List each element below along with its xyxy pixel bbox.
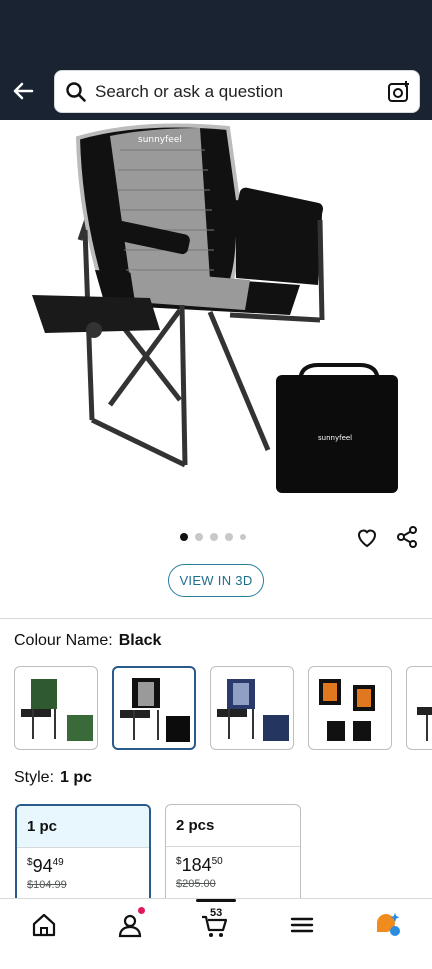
style-option-name: 2 pcs (166, 805, 300, 847)
carousel-dot[interactable] (180, 533, 188, 541)
camera-lens-icon[interactable] (387, 80, 411, 104)
menu-icon[interactable] (288, 911, 316, 939)
carousel-dot[interactable] (225, 533, 233, 541)
active-tab-indicator (196, 899, 236, 902)
swatch-orange[interactable] (308, 666, 392, 750)
style-value: 1 pc (60, 769, 93, 786)
back-arrow-icon[interactable] (8, 76, 38, 106)
style-option-price: $18450 (176, 855, 223, 875)
colour-name-row: Colour Name: Black (14, 632, 161, 650)
carousel-dot[interactable] (210, 533, 218, 541)
bag-logo-text: sunnyfeel (318, 434, 352, 442)
carousel-dot[interactable] (195, 533, 203, 541)
search-icon (65, 81, 87, 103)
swatch-black[interactable] (112, 666, 196, 750)
swatch-green[interactable] (14, 666, 98, 750)
rufus-assistant-icon[interactable] (374, 911, 402, 939)
home-icon[interactable] (30, 911, 58, 939)
style-label: Style: (14, 769, 55, 786)
bottom-navigation: 53 (0, 898, 432, 969)
colour-value: Black (118, 632, 162, 649)
style-option-old-price: $205.00 (176, 878, 216, 890)
carousel-dot[interactable] (240, 534, 246, 540)
colour-label: Colour Name: (14, 632, 113, 649)
search-input[interactable] (95, 71, 375, 112)
style-row: Style: 1 pc (14, 769, 92, 787)
product-image[interactable]: sunnyfeel sunnyfeel (0, 120, 432, 520)
style-option-price: $9449 (27, 856, 64, 876)
status-bar (0, 0, 432, 62)
style-option-old-price: $104.99 (27, 879, 67, 891)
search-bar[interactable] (54, 70, 420, 113)
image-carousel-dots (180, 533, 246, 541)
notification-dot (138, 907, 145, 914)
heart-icon[interactable] (355, 525, 379, 549)
cart-count-badge: 53 (210, 907, 223, 919)
colour-swatches (14, 666, 432, 750)
top-header (0, 62, 432, 120)
account-icon[interactable] (116, 911, 144, 939)
section-divider (0, 618, 432, 619)
brand-logo-text: sunnyfeel (138, 135, 182, 145)
share-icon[interactable] (395, 525, 419, 549)
swatch-more[interactable] (406, 666, 432, 750)
view-in-3d-button[interactable]: VIEW IN 3D (168, 564, 264, 597)
swatch-blue[interactable] (210, 666, 294, 750)
style-option-name: 1 pc (17, 806, 149, 848)
